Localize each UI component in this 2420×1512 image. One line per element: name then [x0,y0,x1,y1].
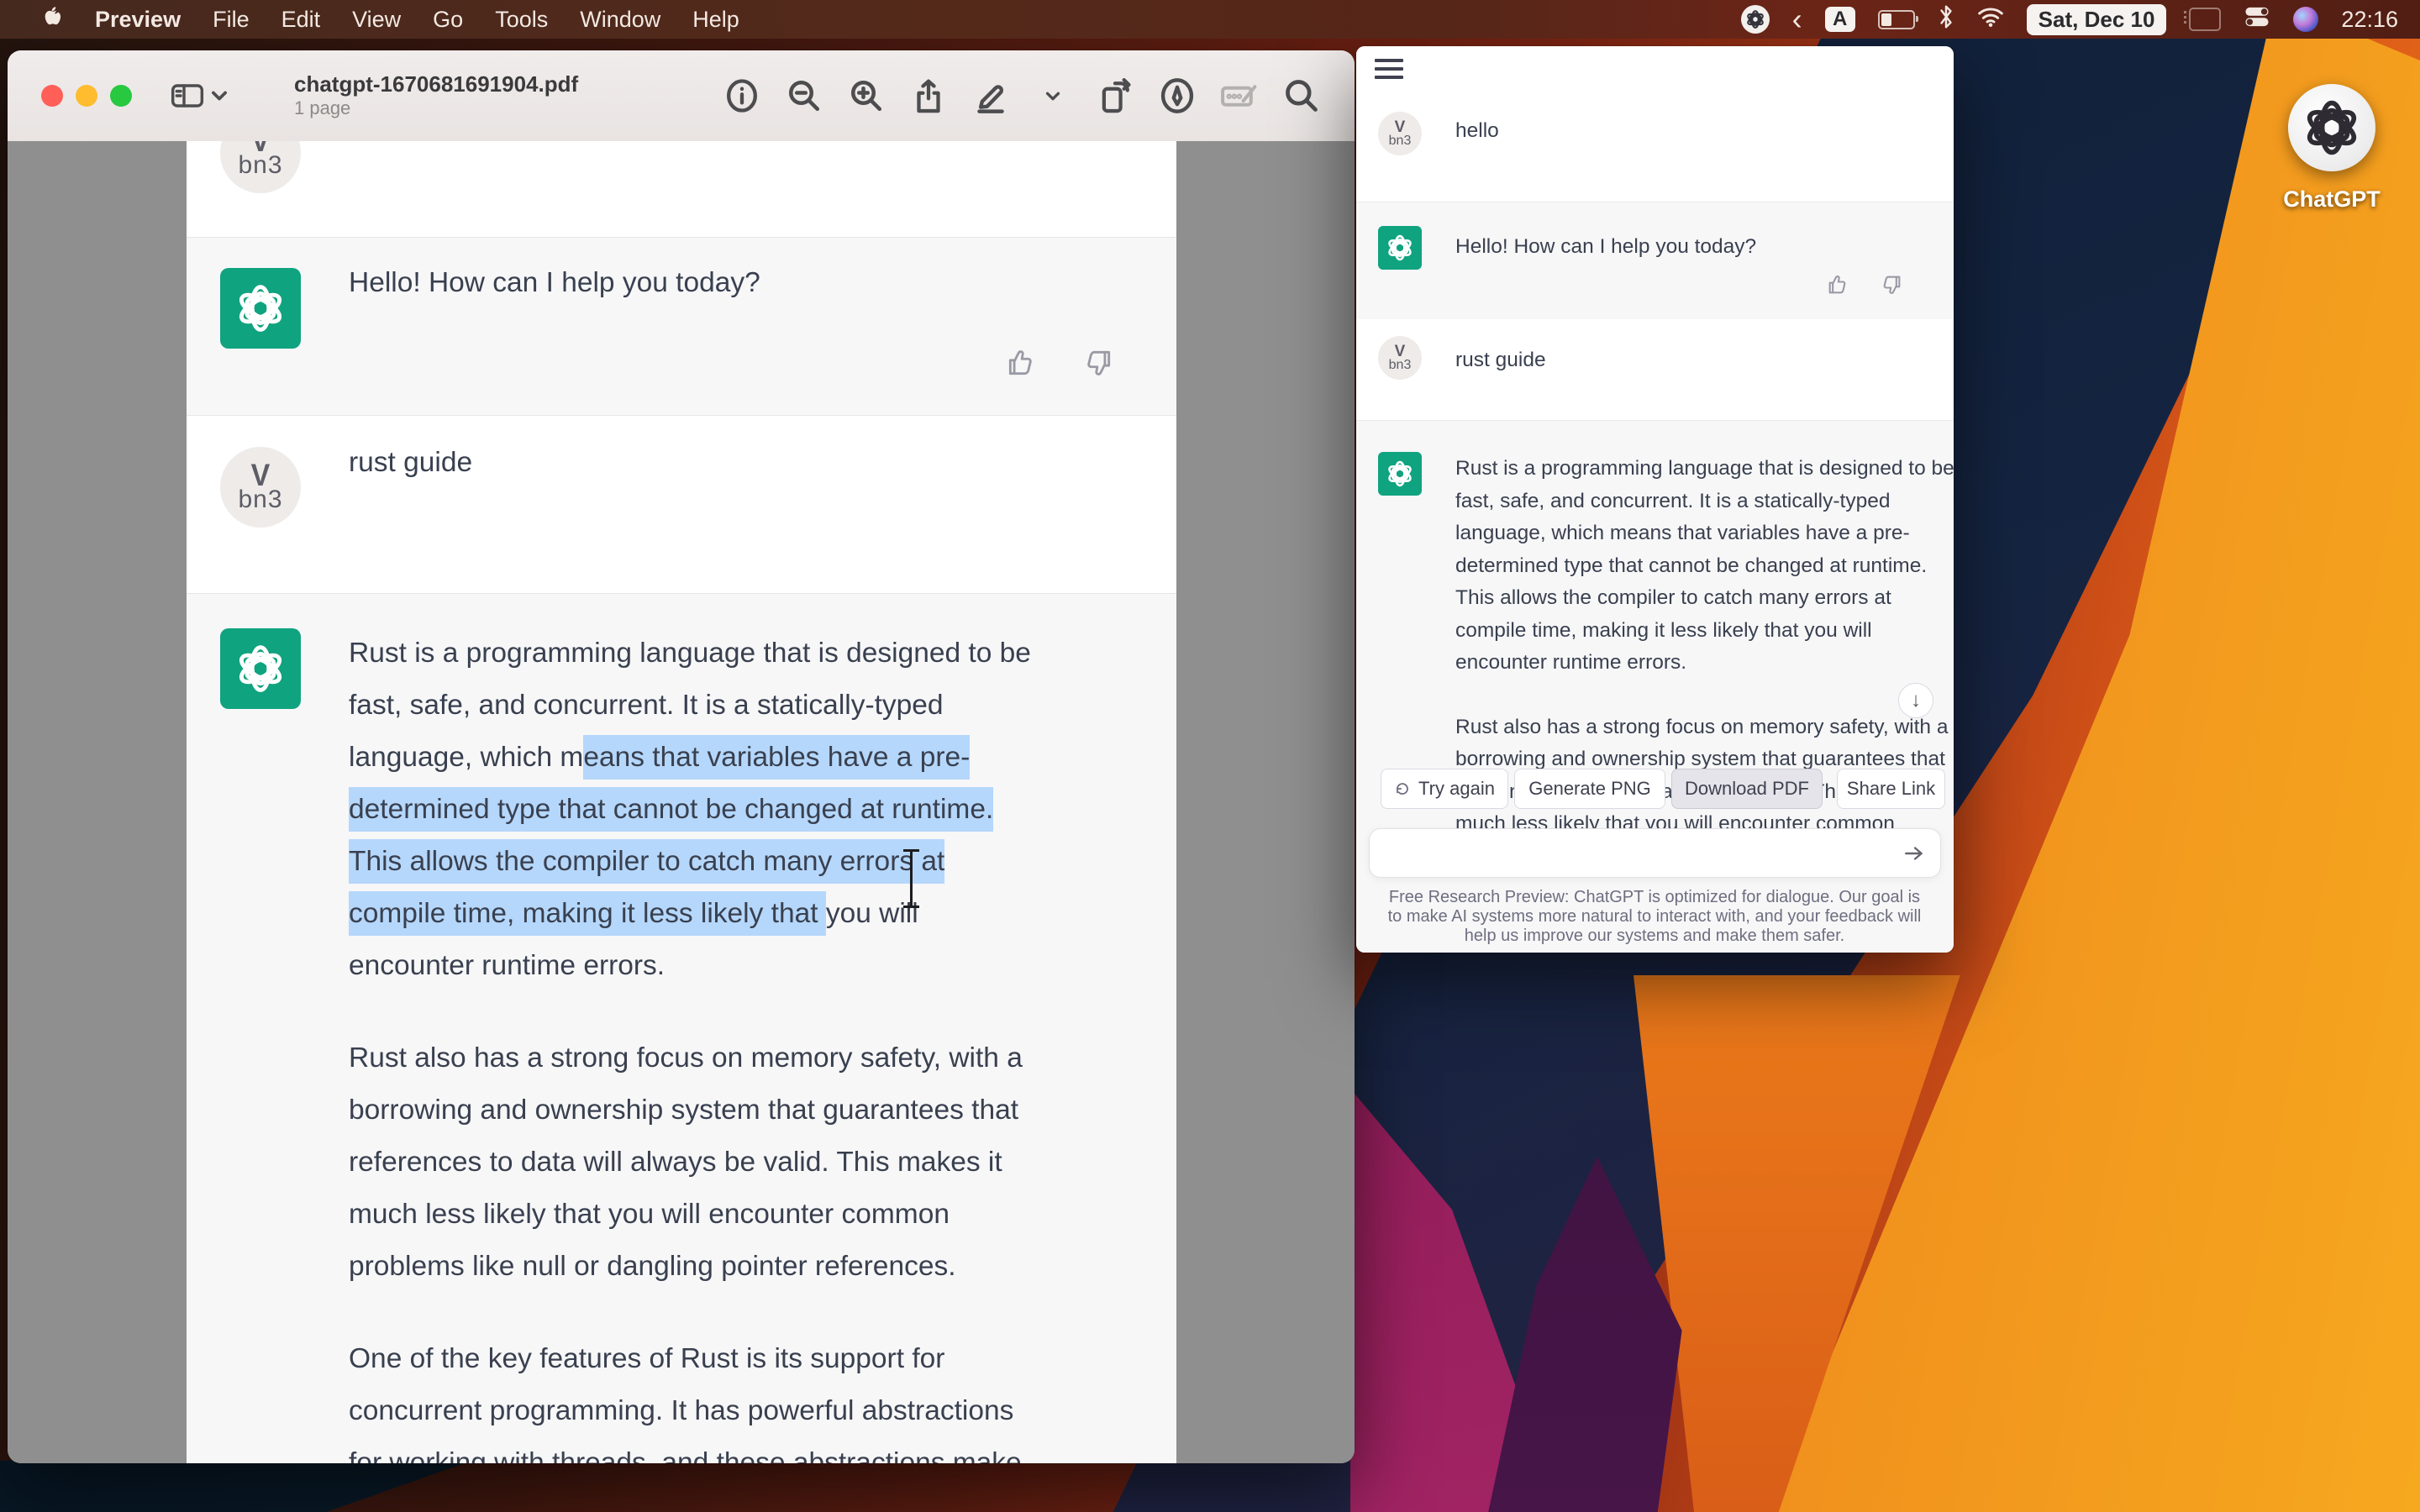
export-header [1356,46,1954,94]
user-prompt-text: rust guide [1455,346,1546,375]
menu-file[interactable]: File [197,7,266,33]
thumbs-up-icon[interactable] [1826,273,1849,301]
user-avatar: Vbn3 [220,141,301,193]
chatgpt-avatar [1378,452,1422,496]
share-link-button[interactable]: Share Link [1837,769,1945,809]
export-actions: Try again Generate PNG Download PDF Shar… [1356,769,1954,809]
chatgpt-status-icon[interactable] [1741,5,1770,34]
export-row-user-rust-guide: Vbn3 rust guide [1356,319,1954,420]
highlighter-chevron-icon[interactable] [1034,76,1072,115]
rotate-icon[interactable] [1096,76,1134,115]
menu-help[interactable]: Help [676,7,755,33]
pdf-viewport[interactable]: Vbn3 Hello! How can I help you today? [8,141,1355,1463]
chatgpt-logo-icon [2288,84,2375,171]
user-avatar: Vbn3 [1378,336,1422,380]
user-avatar: Vbn3 [220,447,301,528]
menu-bar: Preview File Edit View Go Tools Window H… [0,0,2420,39]
search-icon[interactable] [1282,76,1321,115]
text-selection: determined type that cannot be changed a… [349,787,993,832]
menu-date[interactable]: Sat, Dec 10 [2027,4,2167,35]
thumbs-up-icon[interactable] [1005,347,1037,383]
screen-mirroring-icon[interactable] [2189,8,2221,31]
download-pdf-button[interactable]: Download PDF [1671,769,1823,809]
user-prompt-text: rust guide [349,443,472,483]
preview-titlebar[interactable]: chatgpt-1670681691904.pdf 1 page [8,50,1355,142]
zoom-in-icon[interactable] [847,76,886,115]
wifi-icon[interactable] [1977,6,2004,34]
battery-icon[interactable] [1878,10,1915,29]
free-research-preview-note: Free Research Preview: ChatGPT is optimi… [1386,888,1923,946]
pdf-row-user-rust-guide: Vbn3 rust guide [187,416,1176,593]
zoom-out-icon[interactable] [785,76,823,115]
control-center-icon[interactable] [2244,4,2270,35]
pdf-page[interactable]: Vbn3 Hello! How can I help you today? [187,141,1176,1463]
text-cursor [902,847,920,911]
text-selection: This allows the compiler to catch many e… [349,839,944,884]
close-button[interactable] [41,85,63,107]
share-icon[interactable] [909,76,948,115]
user-prompt-text: hello [1455,117,1499,145]
scroll-to-bottom-button[interactable]: ↓ [1898,683,1933,718]
hamburger-menu-icon[interactable] [1375,59,1403,84]
try-again-button[interactable]: Try again [1381,769,1508,809]
preview-window: chatgpt-1670681691904.pdf 1 page [8,50,1355,1463]
user-avatar: Vbn3 [1378,112,1422,155]
pdf-row-assistant-greeting: Hello! How can I help you today? [187,237,1176,416]
minimize-button[interactable] [76,85,97,107]
pdf-row-user-hello: Vbn3 [187,141,1176,237]
menu-go[interactable]: Go [417,7,479,33]
highlighter-icon[interactable] [971,76,1010,115]
chatgpt-avatar [220,268,301,349]
chatgpt-avatar [1378,226,1422,270]
back-chevron-icon[interactable]: ‹ [1792,7,1802,32]
menu-tools[interactable]: Tools [479,7,564,33]
assistant-rust-answer: Rust is a programming language that is d… [349,627,1031,1463]
apple-menu-icon[interactable] [25,4,79,35]
assistant-greeting-text: Hello! How can I help you today? [349,263,760,303]
menu-app-preview[interactable]: Preview [79,7,197,33]
form-fill-icon[interactable] [1220,76,1259,115]
export-row-assistant-greeting: Hello! How can I help you today? [1356,202,1954,321]
menu-clock: 22:16 [2341,7,2398,33]
chatgpt-icon-label: ChatGPT [2280,186,2384,213]
generate-png-button[interactable]: Generate PNG [1514,769,1665,809]
send-icon[interactable] [1903,843,1925,869]
chatgpt-avatar [220,628,301,709]
chatgpt-desktop-icon[interactable]: ChatGPT [2280,84,2384,213]
sidebar-chevron-icon[interactable] [200,76,239,115]
markup-icon[interactable] [1158,76,1197,115]
text-selection: eans that variables have a pre- [583,735,970,780]
assistant-greeting-text: Hello! How can I help you today? [1455,233,1756,261]
menu-edit[interactable]: Edit [266,7,337,33]
chatgpt-export-window: Vbn3 hello Hello! How can I help you tod… [1356,46,1954,953]
page-count: 1 page [294,97,578,118]
thumbs-down-icon[interactable] [1880,273,1903,301]
menu-window[interactable]: Window [564,7,676,33]
siri-icon[interactable] [2293,7,2318,32]
document-title: chatgpt-1670681691904.pdf [294,72,578,97]
info-icon[interactable] [723,76,761,115]
export-row-user-hello: Vbn3 hello [1356,93,1954,202]
message-input[interactable] [1369,828,1941,878]
pdf-row-assistant-rust: Rust is a programming language that is d… [187,593,1176,1463]
thumbs-down-icon[interactable] [1082,347,1114,383]
menu-view[interactable]: View [336,7,417,33]
text-selection: compile time, making it less likely that [349,891,826,936]
zoom-button[interactable] [110,85,132,107]
input-source-icon[interactable]: A [1825,7,1855,32]
desktop: ChatGPT Preview File Edit View Go Tools … [0,0,2420,1512]
bluetooth-icon[interactable] [1938,4,1954,35]
